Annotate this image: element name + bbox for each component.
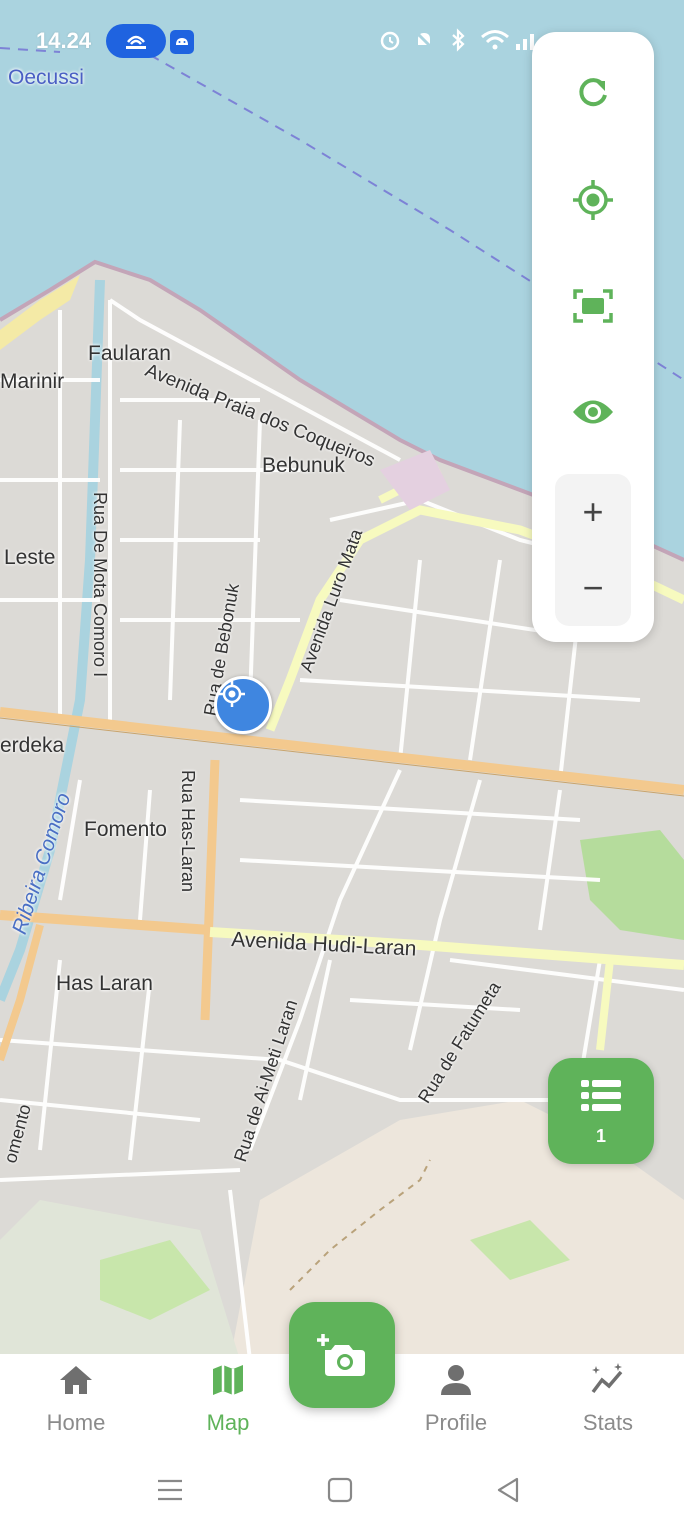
list-count-badge: 1 <box>595 1126 606 1146</box>
map-label-faularan: Faularan <box>88 342 171 365</box>
square-icon <box>327 1477 353 1503</box>
back-triangle-icon <box>497 1477 519 1503</box>
map-label-marinir: Marinir <box>0 370 65 393</box>
system-home-button[interactable] <box>318 1468 362 1512</box>
hotspot-icon <box>106 24 166 58</box>
list-icon <box>581 1080 621 1111</box>
refresh-icon <box>579 78 607 107</box>
map-label-has-laran: Has Laran <box>56 972 153 995</box>
nav-map[interactable]: Map <box>152 1354 304 1458</box>
current-location-marker[interactable] <box>214 676 272 734</box>
android-icon <box>170 30 194 54</box>
observations-list-button[interactable]: 1 <box>548 1058 654 1164</box>
system-navigation-bar <box>0 1458 684 1524</box>
add-photo-icon <box>317 1334 365 1376</box>
nav-map-label: Map <box>206 1410 250 1435</box>
nav-stats[interactable]: Stats <box>532 1354 684 1458</box>
alarm-icon <box>378 28 402 52</box>
home-icon <box>60 1366 92 1394</box>
wifi-icon <box>480 28 509 52</box>
map-label-bebunuk: Bebunuk <box>262 454 345 477</box>
map-label-merdeka: erdeka <box>0 734 65 757</box>
map-label-fomento: Fomento <box>84 818 167 841</box>
system-back-button[interactable] <box>486 1468 530 1512</box>
eye-icon <box>573 400 613 424</box>
stats-icon <box>591 1363 623 1394</box>
bluetooth-icon <box>446 28 470 52</box>
map-icon <box>213 1365 243 1395</box>
map-label-rua-has: Rua Has-Laran <box>178 770 198 893</box>
map-label-rua-mota: Rua De Mota Comoro I <box>90 492 110 678</box>
my-location-icon <box>573 180 613 220</box>
zoom-in-button[interactable]: + <box>555 474 631 550</box>
mute-icon <box>412 28 436 52</box>
add-photo-button[interactable] <box>289 1302 395 1408</box>
nav-profile[interactable]: Profile <box>380 1354 532 1458</box>
zoom-out-button[interactable]: − <box>555 550 631 626</box>
map-label-leste: Leste <box>4 546 56 569</box>
fit-screen-icon <box>573 289 613 323</box>
person-icon <box>441 1365 471 1395</box>
recents-button[interactable] <box>148 1468 192 1512</box>
nav-profile-label: Profile <box>424 1410 488 1435</box>
refresh-button[interactable] <box>563 63 623 123</box>
visibility-button[interactable] <box>563 382 623 442</box>
nav-home[interactable]: Home <box>0 1354 152 1458</box>
status-time: 14.24 <box>36 28 92 53</box>
crosshair-icon <box>219 681 245 707</box>
nav-home-label: Home <box>46 1410 106 1435</box>
fit-screen-button[interactable] <box>563 276 623 336</box>
my-location-button[interactable] <box>563 170 623 230</box>
zoom-controls: + − <box>555 474 631 626</box>
recents-icon <box>158 1479 182 1501</box>
nav-stats-label: Stats <box>582 1410 634 1435</box>
map-controls-panel: + − <box>532 32 654 642</box>
